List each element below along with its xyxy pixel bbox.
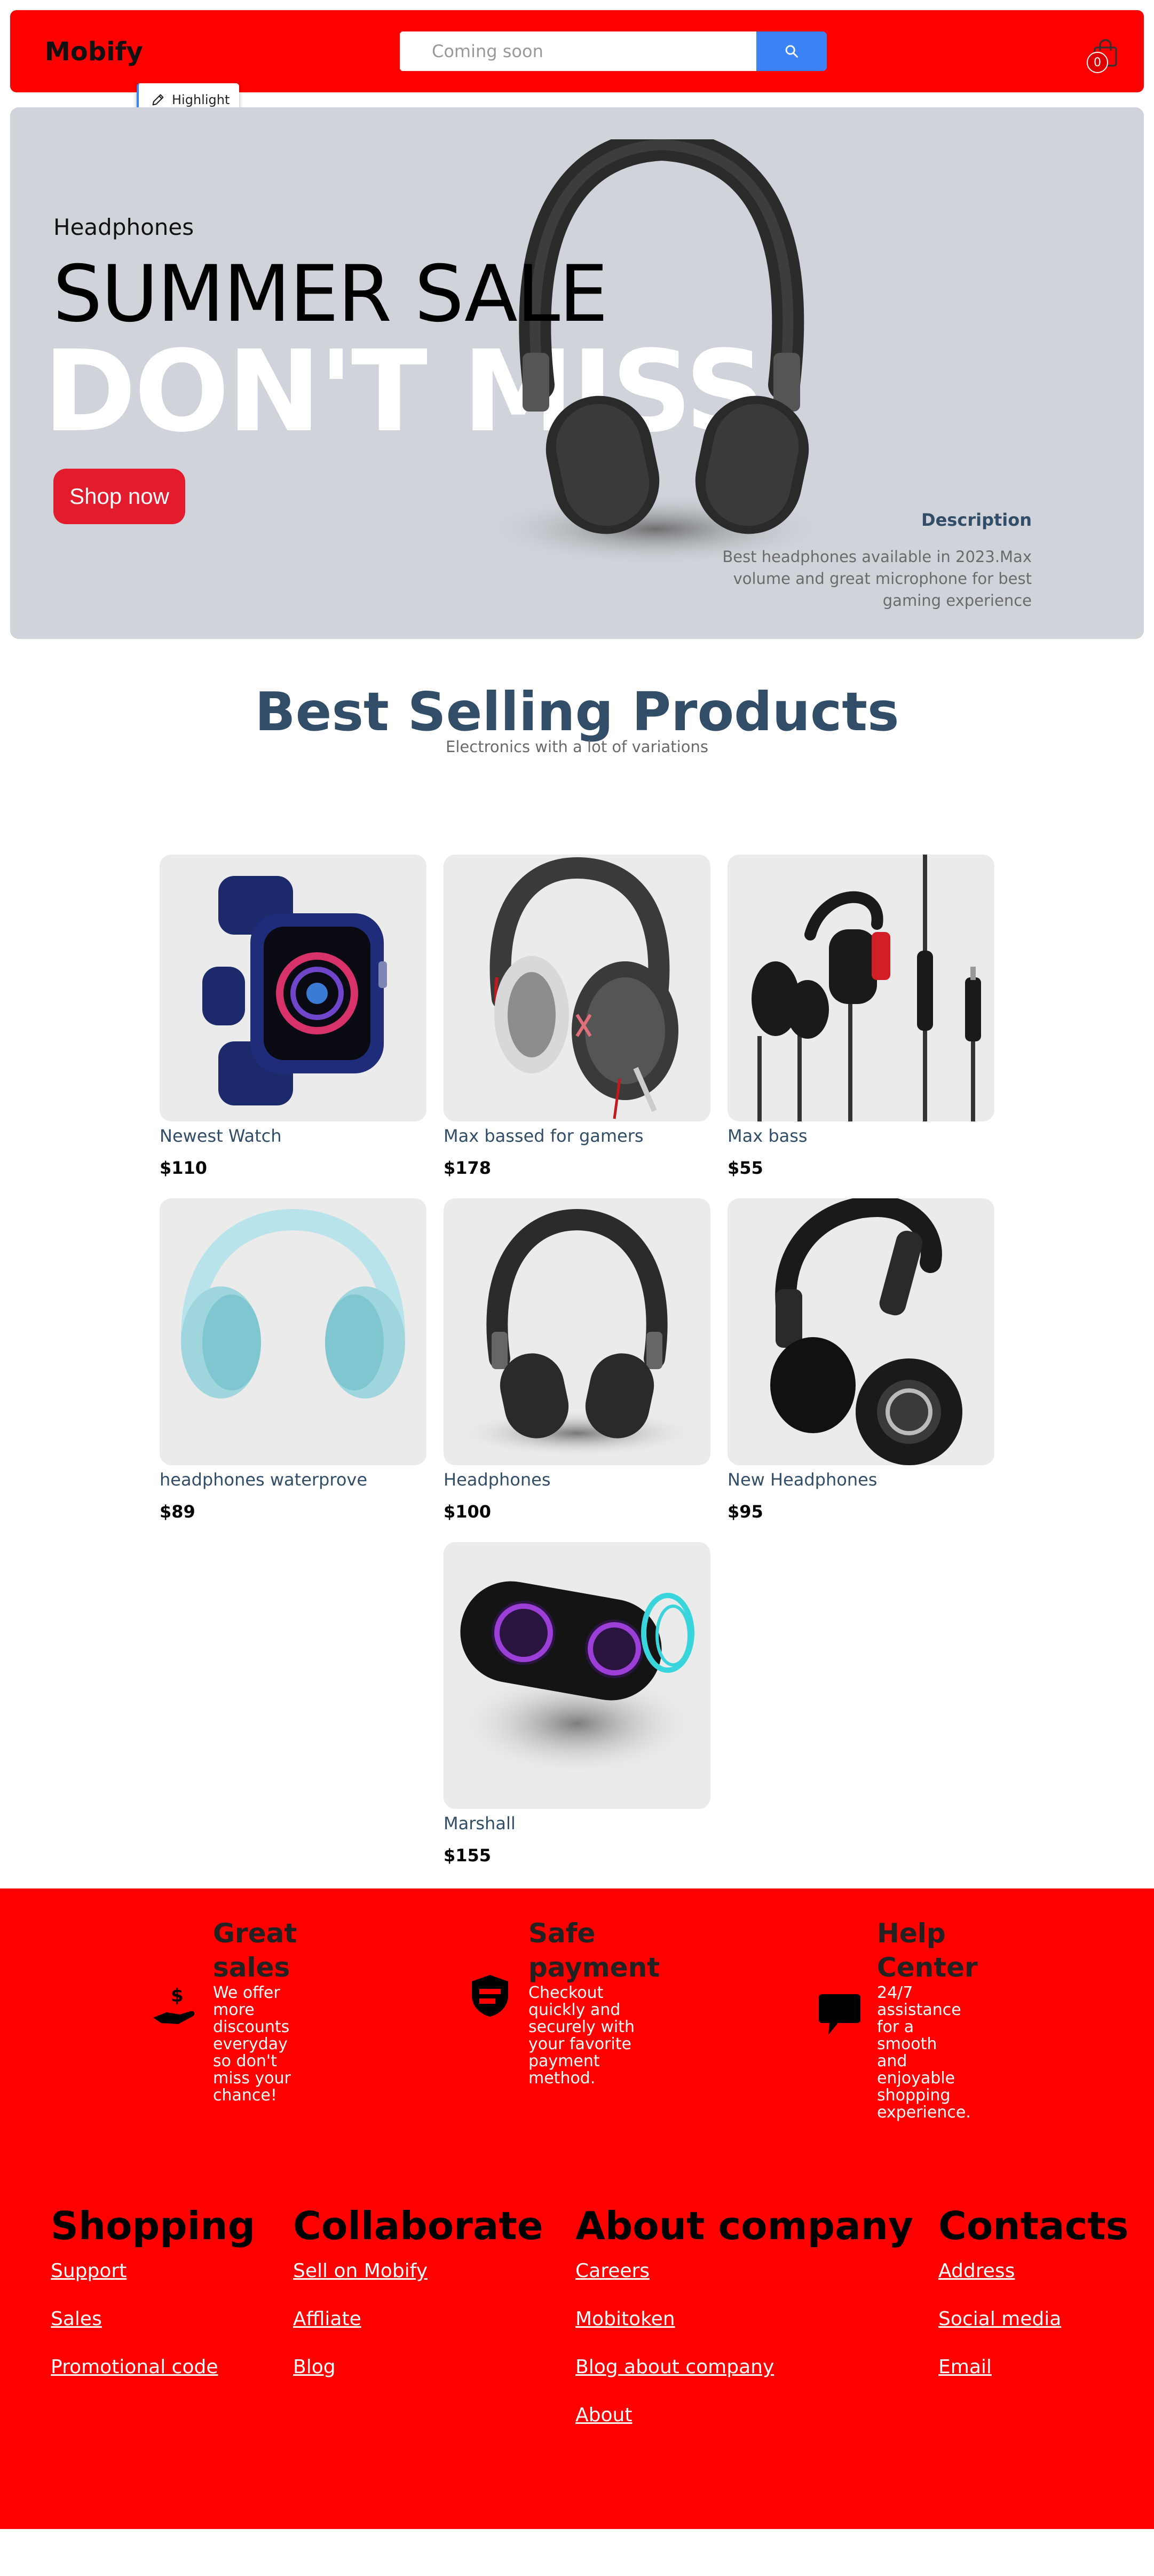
product-image-frame [160,1198,426,1465]
feature-safe-payment: Safe payment Checkout quickly and secure… [528,1916,660,2088]
footer-link-email[interactable]: Email [938,2356,992,2378]
best-selling-title: Best Selling Products [255,681,899,743]
black-headphones-image [454,1208,700,1457]
hero-title: SUMMER SALE [53,249,608,339]
product-card[interactable]: Newest Watch $110 [160,855,426,1178]
product-card[interactable]: headphones waterprove $89 [160,1198,426,1522]
smart-watch-image [202,876,387,1105]
product-card[interactable]: Max bass $55 [728,855,994,1178]
description-title: Description [921,510,1032,530]
shield-payment-icon [472,1975,508,2017]
search-icon [785,45,798,58]
footer-link-address[interactable]: Address [938,2260,1015,2282]
product-price: $89 [160,1502,195,1522]
highlight-label: Highlight [172,92,230,107]
shop-now-button[interactable]: Shop now [53,469,185,524]
search-button[interactable] [756,31,827,71]
product-image-frame [728,855,994,1121]
product-name[interactable]: headphones waterprove [160,1469,426,1490]
product-card[interactable]: Marshall $155 [444,1542,710,1866]
product-name[interactable]: Marshall [444,1813,710,1834]
product-name[interactable]: Max bassed for gamers [444,1126,710,1146]
footer-link-careers[interactable]: Careers [575,2260,650,2282]
feature-title: Safe payment [528,1918,660,1983]
hand-dollar-icon: $ [153,1985,195,2024]
product-image-frame [160,855,426,1121]
product-card[interactable]: Max bassed for gamers $178 [444,855,710,1178]
product-name[interactable]: New Headphones [728,1469,994,1490]
hero-subtitle: Headphones [53,214,194,240]
product-price: $95 [728,1502,763,1522]
product-name[interactable]: Max bass [728,1126,994,1146]
footer-link-blog-about-company[interactable]: Blog about company [575,2356,774,2378]
footer-banner: $ Great sales We offer more discounts ev… [0,1888,1154,2529]
footer-link-affliate[interactable]: Affliate [293,2308,361,2330]
feature-great-sales: Great sales We offer more discounts ever… [213,1916,298,2104]
product-price: $55 [728,1158,763,1178]
product-image-frame [444,1198,710,1465]
footer-link-about[interactable]: About [575,2404,632,2426]
footer-link-sales[interactable]: Sales [51,2308,102,2330]
logo[interactable]: Mobify [45,37,143,67]
product-card[interactable]: New Headphones $95 [728,1198,994,1522]
footer-link-mobitoken[interactable]: Mobitoken [575,2308,675,2330]
product-price: $110 [160,1158,208,1178]
pencil-icon [152,94,164,106]
description-text: Best headphones available in 2023.Max vo… [722,548,1032,610]
product-name[interactable]: Headphones [444,1469,710,1490]
product-card[interactable]: Headphones $100 [444,1198,710,1522]
earphones-image [752,855,981,1121]
hero-banner: Headphones DON'T MISS SUMMER SALE Shop n… [10,107,1144,639]
product-image-frame [728,1198,994,1465]
feature-help-center: Help Center 24/7 assistance for a smooth… [877,1916,978,2122]
footer-link-support[interactable]: Support [51,2260,127,2282]
feature-text: 24/7 assistance for a smooth and enjoyab… [877,1984,971,2122]
feature-title: Great sales [213,1918,297,1983]
headphones-black-image [480,139,832,566]
footer-col-shopping-title: Shopping [51,2203,256,2248]
product-image-frame [444,1542,710,1809]
product-price: $155 [444,1845,492,1866]
feature-title: Help Center [877,1918,978,1983]
footer-link-blog[interactable]: Blog [293,2356,336,2378]
footer-link-promotional-code[interactable]: Promotional code [51,2356,218,2378]
feature-text: Checkout quickly and securely with your … [528,1984,635,2088]
feature-text: We offer more discounts everyday so don'… [213,1984,291,2105]
svg-text:$: $ [171,1985,184,2006]
footer-link-social-media[interactable]: Social media [938,2308,1061,2330]
footer-col-contacts-title: Contacts [938,2203,1129,2248]
search-input[interactable] [400,31,756,71]
cart-count-badge: 0 [1087,52,1108,73]
gaming-headset-image [489,857,678,1119]
product-price: $100 [444,1502,492,1522]
footer-col-about-title: About company [575,2203,913,2248]
navbar: Mobify [10,10,1144,92]
product-name[interactable]: Newest Watch [160,1126,426,1146]
chat-bubble-icon [819,1994,860,2035]
product-image-frame [444,855,710,1121]
footer-link-sell-on-mobify[interactable]: Sell on Mobify [293,2260,428,2282]
product-price: $178 [444,1158,492,1178]
footer-col-collaborate-title: Collaborate [293,2203,543,2248]
blue-headphones-image [181,1208,405,1398]
speaker-image [454,1581,700,1777]
best-selling-subtitle: Electronics with a lot of variations [446,738,708,756]
boat-headphones-image [770,1198,962,1465]
